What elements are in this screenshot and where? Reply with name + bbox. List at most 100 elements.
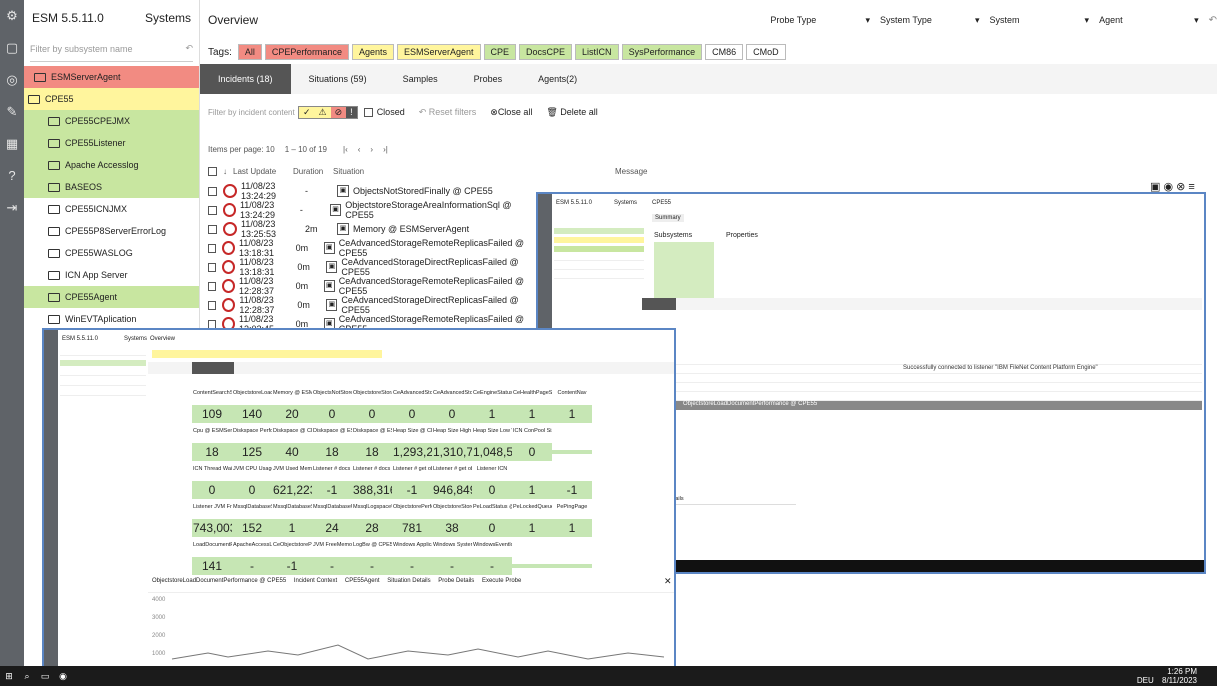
execute-probe-link[interactable]: Execute Probe: [482, 578, 521, 584]
system-select[interactable]: System ▾: [990, 15, 1090, 26]
sample-value[interactable]: 621,223: [272, 481, 312, 499]
target-icon[interactable]: ◎: [0, 64, 24, 96]
tag-chip[interactable]: CM86: [705, 44, 744, 60]
sample-value[interactable]: 0: [392, 405, 432, 423]
image-icon[interactable]: ▦: [0, 128, 24, 160]
row-checkbox[interactable]: [208, 300, 217, 310]
sample-value[interactable]: -1: [552, 481, 592, 499]
sample-value[interactable]: 1: [272, 519, 312, 537]
sample-value[interactable]: -1: [272, 557, 312, 575]
last-page-button[interactable]: ›|: [383, 145, 388, 154]
tag-chip[interactable]: CPEPerformance: [264, 44, 349, 60]
sample-value[interactable]: [512, 564, 552, 568]
tree-item[interactable]: CPE55: [24, 88, 199, 110]
agent-select[interactable]: Agent ▾: [1099, 15, 1199, 26]
row-checkbox[interactable]: [208, 281, 217, 291]
table-row[interactable]: 11/08/23 13:24:29 - ▣ ObjectsNotStoredFinal…: [200, 181, 530, 201]
sample-value[interactable]: 0: [232, 481, 272, 499]
sample-value[interactable]: 1: [552, 405, 592, 423]
select-all-checkbox[interactable]: [208, 166, 217, 176]
row-checkbox[interactable]: [208, 186, 217, 196]
sample-value[interactable]: 141: [192, 557, 232, 575]
window-icon[interactable]: ▢: [0, 32, 24, 64]
close-all-button[interactable]: ⊗Close all: [490, 107, 532, 118]
tag-chip[interactable]: SysPerformance: [621, 44, 703, 60]
detail-close-icon[interactable]: ✕: [664, 576, 672, 587]
settings-icon[interactable]: ⚙: [0, 0, 24, 32]
sample-value[interactable]: 24: [312, 519, 352, 537]
sample-value[interactable]: 40: [272, 443, 312, 461]
sample-value[interactable]: 18: [352, 443, 392, 461]
probe-details-link[interactable]: Probe Details: [438, 578, 474, 584]
tree-item[interactable]: CPE55ICNJMX: [24, 198, 199, 220]
search-icon[interactable]: ⌕: [18, 671, 36, 682]
sample-value[interactable]: 0: [312, 405, 352, 423]
taskview-icon[interactable]: ▭: [36, 671, 54, 682]
first-page-button[interactable]: |‹: [343, 145, 348, 154]
situation-details-link[interactable]: Situation Details: [387, 578, 430, 584]
tab[interactable]: Incidents (18): [200, 64, 291, 94]
sample-value[interactable]: -: [472, 557, 512, 575]
sample-value[interactable]: [552, 450, 592, 454]
col-last-update[interactable]: Last Update: [233, 167, 293, 176]
sample-value[interactable]: [552, 564, 592, 568]
table-row[interactable]: 11/08/23 13:24:29 - ▣ ObjectstoreStorageAre…: [200, 200, 530, 220]
sample-value[interactable]: 125: [232, 443, 272, 461]
undo-icon[interactable]: ↶: [185, 43, 193, 54]
sample-value[interactable]: 18: [312, 443, 352, 461]
sample-value[interactable]: 109: [192, 405, 232, 423]
incident-context-link[interactable]: Incident Context: [294, 578, 337, 584]
sample-value[interactable]: 0: [472, 481, 512, 499]
sample-value[interactable]: 0: [192, 481, 232, 499]
sample-value[interactable]: 152: [232, 519, 272, 537]
sample-value[interactable]: -: [432, 557, 472, 575]
help-icon[interactable]: ?: [0, 160, 24, 192]
tag-chip[interactable]: CMoD: [746, 44, 786, 60]
prev-page-button[interactable]: ‹: [358, 145, 361, 154]
sample-value[interactable]: 1: [472, 405, 512, 423]
tag-chip[interactable]: DocsCPE: [519, 44, 573, 60]
row-checkbox[interactable]: [208, 205, 217, 215]
sample-value[interactable]: 1: [512, 405, 552, 423]
undo-icon[interactable]: ↶: [1209, 15, 1217, 26]
sample-value[interactable]: 1: [552, 519, 592, 537]
table-row[interactable]: 11/08/23 13:18:31 0m ▣ CeAdvancedStorageDir…: [200, 257, 530, 277]
delete-all-button[interactable]: 🗑 Delete all: [546, 107, 597, 118]
menu-icon[interactable]: ≡: [1188, 181, 1194, 193]
sample-value[interactable]: -: [352, 557, 392, 575]
sample-value[interactable]: -: [232, 557, 272, 575]
sample-value[interactable]: 0: [432, 405, 472, 423]
sample-value[interactable]: -1: [392, 481, 432, 499]
sample-value[interactable]: 0: [472, 519, 512, 537]
tree-item[interactable]: Apache Accesslog: [24, 154, 199, 176]
table-row[interactable]: 11/08/23 12:28:37 0m ▣ CeAdvancedStorageDir…: [200, 295, 530, 315]
sample-value[interactable]: 38: [432, 519, 472, 537]
col-message[interactable]: Message: [615, 167, 647, 176]
table-row[interactable]: 11/08/23 12:28:37 0m ▣ CeAdvancedStorageRem…: [200, 276, 530, 296]
sample-value[interactable]: -: [392, 557, 432, 575]
sample-value[interactable]: 140: [232, 405, 272, 423]
row-checkbox[interactable]: [208, 224, 217, 234]
sample-value[interactable]: 20: [272, 405, 312, 423]
logout-icon[interactable]: ⇥: [0, 192, 24, 224]
sample-value[interactable]: 781: [392, 519, 432, 537]
win2-summary-button[interactable]: Summary: [652, 214, 684, 222]
system-clock[interactable]: DEU 1:26 PM 8/11/2023: [1137, 667, 1197, 685]
tag-chip[interactable]: All: [237, 44, 262, 60]
tree-item[interactable]: CPE55WASLOG: [24, 242, 199, 264]
sample-value[interactable]: 18: [192, 443, 232, 461]
closed-checkbox[interactable]: [363, 107, 373, 117]
tree-item[interactable]: ESMServerAgent: [24, 66, 199, 88]
open-icon[interactable]: ▣: [1150, 181, 1160, 193]
next-page-button[interactable]: ›: [370, 145, 373, 154]
sample-value[interactable]: 0: [352, 405, 392, 423]
tab[interactable]: Probes: [456, 64, 521, 94]
row-checkbox[interactable]: [208, 243, 217, 253]
tree-item[interactable]: CPE55CPEJMX: [24, 110, 199, 132]
agent-link[interactable]: CPE55Agent: [345, 578, 380, 584]
tab[interactable]: Situations (59): [291, 64, 385, 94]
tree-item[interactable]: ICN App Server: [24, 264, 199, 286]
tree-item[interactable]: WinEVTAplication: [24, 308, 199, 330]
table-row[interactable]: 11/08/23 13:25:53 2m ▣ Memory @ ESMServerAg…: [200, 219, 530, 239]
tree-item[interactable]: CPE55P8ServerErrorLog: [24, 220, 199, 242]
